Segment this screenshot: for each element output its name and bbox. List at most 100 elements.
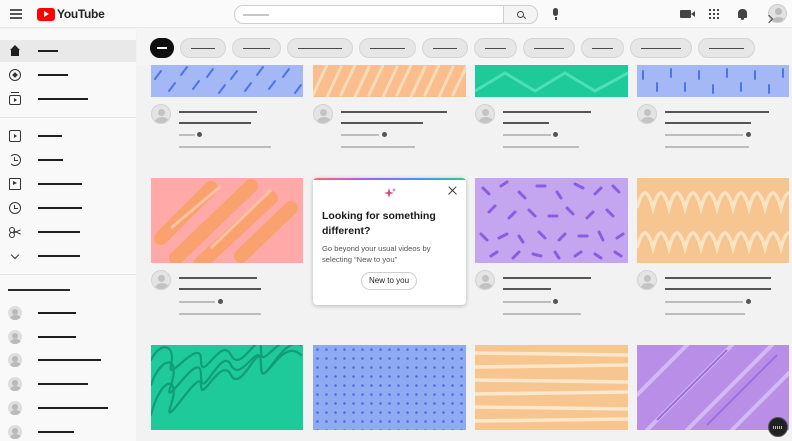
subscriptions-heading-placeholder	[8, 289, 70, 291]
video-thumbnail[interactable]	[475, 345, 628, 430]
subscriptions-icon	[9, 92, 21, 105]
sidebar-item-home[interactable]	[0, 40, 136, 62]
verified-badge-icon	[382, 132, 387, 137]
video-title-placeholder	[179, 122, 251, 124]
sidebar-label-placeholder	[38, 231, 80, 233]
subscription-channel[interactable]	[0, 326, 136, 348]
subscription-channel[interactable]	[0, 397, 136, 419]
channel-name-placeholder	[38, 336, 76, 338]
thumbnail-pattern	[475, 351, 628, 423]
sidebar-item-show-more[interactable]	[0, 245, 136, 267]
sidebar	[0, 29, 136, 441]
sidebar-divider	[0, 117, 136, 118]
channel-name-placeholder	[38, 431, 74, 433]
chevron-down-icon	[9, 250, 21, 262]
video-thumbnail[interactable]	[475, 178, 628, 263]
video-thumbnail[interactable]	[313, 345, 466, 430]
channel-name-placeholder	[38, 359, 101, 361]
video-thumbnail[interactable]	[475, 65, 628, 97]
video-thumbnail[interactable]	[637, 345, 789, 430]
channel-name-placeholder	[665, 134, 743, 136]
filter-chip[interactable]	[359, 38, 416, 58]
sidebar-item-library[interactable]	[0, 125, 136, 147]
channel-avatar[interactable]	[151, 104, 171, 124]
subscription-channel[interactable]	[0, 421, 136, 441]
channel-avatar[interactable]	[151, 270, 171, 290]
filter-chip[interactable]	[180, 38, 226, 58]
bell-icon[interactable]	[738, 9, 747, 20]
channel-name-placeholder	[38, 383, 88, 385]
apps-grid-icon[interactable]	[709, 9, 719, 19]
youtube-logo[interactable]: YouTube	[37, 7, 105, 21]
filter-chip[interactable]	[698, 38, 755, 58]
channel-name-placeholder	[179, 134, 195, 136]
video-thumbnail[interactable]	[151, 345, 303, 430]
filter-chip[interactable]	[422, 38, 468, 58]
video-thumbnail[interactable]	[637, 178, 789, 263]
subscription-channel[interactable]	[0, 349, 136, 371]
channel-name-placeholder	[503, 134, 551, 136]
filter-chip[interactable]	[581, 38, 624, 58]
filter-chip-selected[interactable]	[150, 38, 174, 58]
subscription-channel[interactable]	[0, 302, 136, 324]
your-videos-icon	[9, 178, 21, 190]
channel-avatar[interactable]	[475, 104, 495, 124]
video-title-placeholder	[665, 288, 771, 290]
library-icon	[9, 130, 21, 142]
video-camera-icon[interactable]	[680, 10, 695, 18]
channel-name-placeholder	[503, 301, 551, 303]
menu-icon[interactable]	[10, 9, 22, 19]
video-thumbnail[interactable]	[151, 178, 303, 263]
video-title-placeholder	[179, 277, 257, 279]
channel-avatar	[8, 353, 22, 367]
thumbnail-pattern	[479, 180, 625, 260]
filter-chip-bar	[137, 29, 792, 65]
verified-badge-icon	[746, 132, 751, 137]
sidebar-item-watch-later[interactable]	[0, 197, 136, 219]
thumbnail-pattern	[313, 65, 466, 97]
filter-chip[interactable]	[523, 38, 575, 58]
video-title-placeholder	[503, 277, 591, 279]
sidebar-item-clips[interactable]	[0, 221, 136, 243]
thumbnail-pattern	[154, 66, 302, 94]
sidebar-item-explore[interactable]	[0, 64, 136, 86]
video-thumbnail[interactable]	[637, 65, 789, 97]
channel-avatar	[8, 330, 22, 344]
home-icon	[9, 45, 21, 57]
mic-icon[interactable]	[553, 8, 558, 20]
sidebar-item-subscriptions[interactable]	[0, 88, 136, 110]
new-to-you-button[interactable]: New to you	[361, 272, 418, 290]
close-icon[interactable]	[446, 184, 460, 198]
video-title-placeholder	[503, 111, 591, 113]
sidebar-divider	[0, 274, 136, 275]
search-button[interactable]	[504, 5, 538, 24]
video-thumbnail[interactable]	[151, 65, 303, 97]
filter-chip[interactable]	[474, 38, 517, 58]
popup-title: Looking for something different?	[322, 210, 436, 237]
channel-avatar[interactable]	[637, 104, 657, 124]
channel-avatar[interactable]	[637, 270, 657, 290]
sidebar-item-your-videos[interactable]	[0, 173, 136, 195]
verified-badge-icon	[218, 299, 223, 304]
sidebar-label-placeholder	[38, 159, 63, 161]
video-thumbnail[interactable]	[313, 65, 466, 97]
video-title-placeholder	[341, 122, 423, 124]
filter-chip[interactable]	[287, 38, 353, 58]
thumbnail-pattern	[642, 68, 784, 94]
channel-avatar	[8, 306, 22, 320]
channel-name-placeholder	[38, 312, 76, 314]
filter-chip[interactable]	[630, 38, 692, 58]
video-title-placeholder	[179, 288, 261, 290]
filter-chip[interactable]	[232, 38, 281, 58]
thumbnail-pattern	[313, 345, 466, 430]
sparkle-icon	[384, 188, 396, 198]
youtube-play-logo-icon	[37, 7, 55, 21]
channel-avatar[interactable]	[475, 270, 495, 290]
video-title-placeholder	[503, 288, 551, 290]
search-input[interactable]	[234, 5, 504, 24]
video-title-placeholder	[665, 122, 751, 124]
channel-avatar[interactable]	[313, 104, 333, 124]
sidebar-item-history[interactable]	[0, 149, 136, 171]
subscription-channel[interactable]	[0, 373, 136, 395]
video-title-placeholder	[665, 111, 769, 113]
